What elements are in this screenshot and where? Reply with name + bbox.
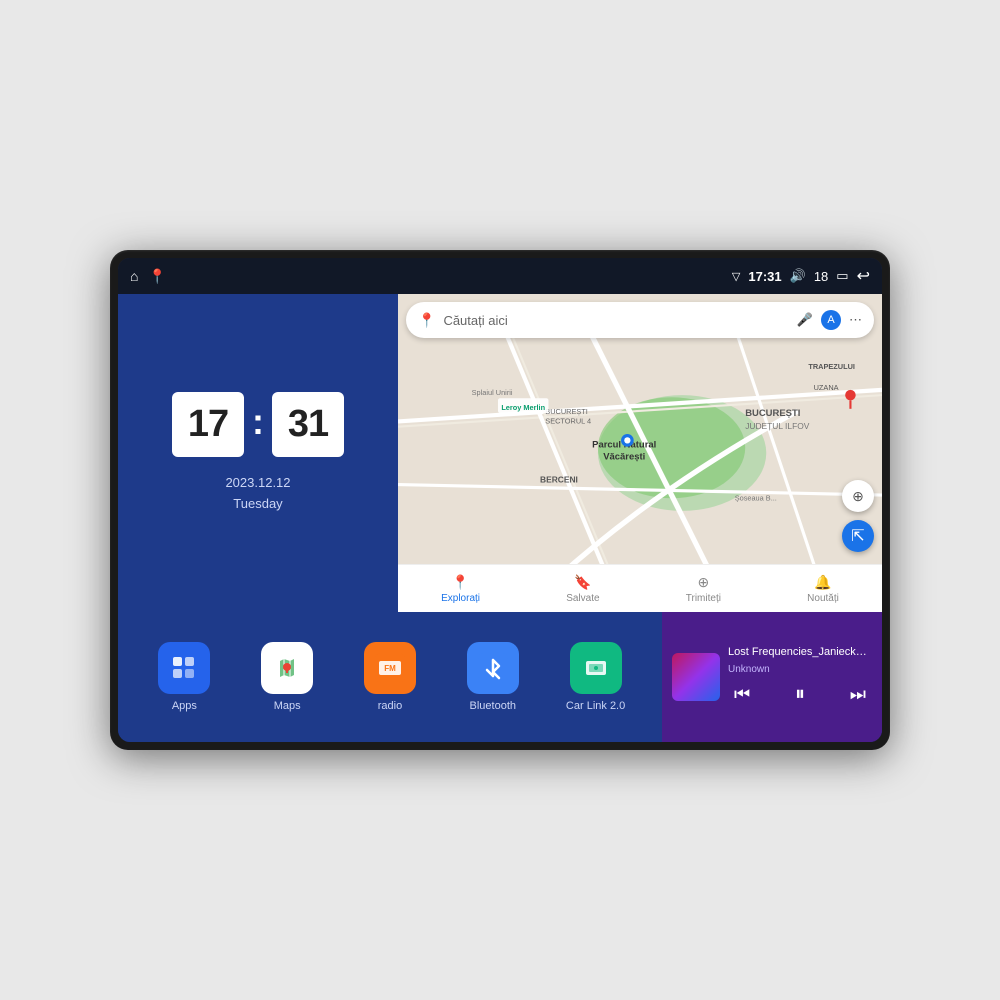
svg-text:UZANA: UZANA xyxy=(814,383,839,392)
map-panel[interactable]: 📍 Căutați aici 🎤 A ⋯ xyxy=(398,294,882,612)
saved-label: Salvate xyxy=(566,593,599,604)
media-artist: Unknown xyxy=(728,664,872,675)
device-screen: ⌂ 📍 ▽ 17:31 🔊 18 ▭ ↩ 17 : xyxy=(118,258,882,742)
svg-text:Văcărești: Văcărești xyxy=(603,451,645,462)
status-right-info: ▽ 17:31 🔊 18 ▭ ↩ xyxy=(732,266,870,286)
map-nav-bar: 📍 Explorați 🔖 Salvate ⊕ Trimiteți 🔔 xyxy=(398,564,882,612)
media-controls: ⏮ ⏸ ⏭ xyxy=(728,681,872,708)
app-item-radio[interactable]: FM radio xyxy=(357,642,422,712)
status-time: 17:31 xyxy=(748,269,781,284)
explore-label: Explorați xyxy=(441,593,480,604)
map-nav-saved[interactable]: 🔖 Salvate xyxy=(566,574,599,604)
map-search-actions: 🎤 A ⋯ xyxy=(797,310,862,330)
media-next-button[interactable]: ⏭ xyxy=(844,682,872,707)
media-thumbnail xyxy=(672,653,720,701)
app-item-maps[interactable]: Maps xyxy=(255,642,320,712)
map-search-placeholder[interactable]: Căutați aici xyxy=(443,313,788,328)
clock-panel: 17 : 31 2023.12.12 Tuesday xyxy=(118,294,398,612)
status-bar: ⌂ 📍 ▽ 17:31 🔊 18 ▭ ↩ xyxy=(118,258,882,294)
maps-app-icon xyxy=(261,642,313,694)
car-display-device: ⌂ 📍 ▽ 17:31 🔊 18 ▭ ↩ 17 : xyxy=(110,250,890,750)
top-section: 17 : 31 2023.12.12 Tuesday 📍 Căutați aic… xyxy=(118,294,882,612)
battery-icon: ▭ xyxy=(836,268,848,284)
svg-text:SECTORUL 4: SECTORUL 4 xyxy=(545,417,591,426)
app-item-carlink[interactable]: Car Link 2.0 xyxy=(563,642,628,712)
status-left-icons: ⌂ 📍 xyxy=(130,268,166,285)
battery-level: 18 xyxy=(814,269,828,284)
explore-icon: 📍 xyxy=(452,574,469,591)
bluetooth-icon xyxy=(467,642,519,694)
saved-icon: 🔖 xyxy=(574,574,591,591)
apps-label: Apps xyxy=(172,700,197,712)
bluetooth-label: Bluetooth xyxy=(470,700,516,712)
apps-panel: Apps Ma xyxy=(118,612,662,742)
map-search-bar[interactable]: 📍 Căutați aici 🎤 A ⋯ xyxy=(406,302,874,338)
map-locate-button[interactable]: ⊕ xyxy=(842,480,874,512)
svg-text:FM: FM xyxy=(384,664,396,673)
mic-icon[interactable]: 🎤 xyxy=(797,312,813,328)
clock-minute: 31 xyxy=(272,392,344,457)
media-play-button[interactable]: ⏸ xyxy=(789,681,811,708)
carlink-icon xyxy=(570,642,622,694)
signal-icon: ▽ xyxy=(732,270,740,283)
svg-text:TRAPEZULUI: TRAPEZULUI xyxy=(808,362,855,371)
back-button[interactable]: ↩ xyxy=(857,266,870,286)
app-item-apps[interactable]: Apps xyxy=(152,642,217,712)
svg-text:Leroy Merlin: Leroy Merlin xyxy=(501,403,545,412)
send-icon: ⊕ xyxy=(697,574,709,591)
media-prev-button[interactable]: ⏮ xyxy=(728,682,756,707)
send-label: Trimiteți xyxy=(686,593,721,604)
map-pin-icon: 📍 xyxy=(418,312,435,329)
clock-hour: 17 xyxy=(172,392,244,457)
clock-date: 2023.12.12 Tuesday xyxy=(225,473,290,515)
account-icon[interactable]: A xyxy=(821,310,841,330)
media-info-controls: Lost Frequencies_Janieck Devy-... Unknow… xyxy=(728,646,872,708)
media-title: Lost Frequencies_Janieck Devy-... xyxy=(728,646,868,658)
grid-icon[interactable]: ⋯ xyxy=(849,312,862,328)
bottom-section: Apps Ma xyxy=(118,612,882,742)
svg-text:BUCUREȘTI: BUCUREȘTI xyxy=(545,407,588,416)
app-item-bluetooth[interactable]: Bluetooth xyxy=(460,642,525,712)
apps-icon xyxy=(158,642,210,694)
radio-label: radio xyxy=(378,700,402,712)
clock-colon: : xyxy=(252,401,264,443)
maps-icon[interactable]: 📍 xyxy=(148,268,165,285)
clock-display: 17 : 31 xyxy=(172,392,344,457)
map-nav-explore[interactable]: 📍 Explorați xyxy=(441,574,480,604)
media-panel: Lost Frequencies_Janieck Devy-... Unknow… xyxy=(662,612,882,742)
svg-text:Splaiul Unirii: Splaiul Unirii xyxy=(472,388,513,397)
home-icon[interactable]: ⌂ xyxy=(130,268,138,284)
svg-text:BERCENI: BERCENI xyxy=(540,474,578,484)
volume-icon: 🔊 xyxy=(790,268,806,284)
svg-text:BUCUREȘTI: BUCUREȘTI xyxy=(745,408,800,419)
news-icon: 🔔 xyxy=(814,574,831,591)
maps-label: Maps xyxy=(274,700,301,712)
svg-text:Șoseaua B...: Șoseaua B... xyxy=(735,493,777,502)
media-album-art xyxy=(672,653,720,701)
carlink-label: Car Link 2.0 xyxy=(566,700,625,712)
map-nav-news[interactable]: 🔔 Noutăți xyxy=(807,574,839,604)
map-nav-send[interactable]: ⊕ Trimiteți xyxy=(686,574,721,604)
main-content: 17 : 31 2023.12.12 Tuesday 📍 Căutați aic… xyxy=(118,294,882,742)
svg-text:JUDEȚUL ILFOV: JUDEȚUL ILFOV xyxy=(745,421,810,431)
map-zoom-button[interactable]: ⇱ xyxy=(842,520,874,552)
news-label: Noutăți xyxy=(807,593,839,604)
radio-icon: FM xyxy=(364,642,416,694)
